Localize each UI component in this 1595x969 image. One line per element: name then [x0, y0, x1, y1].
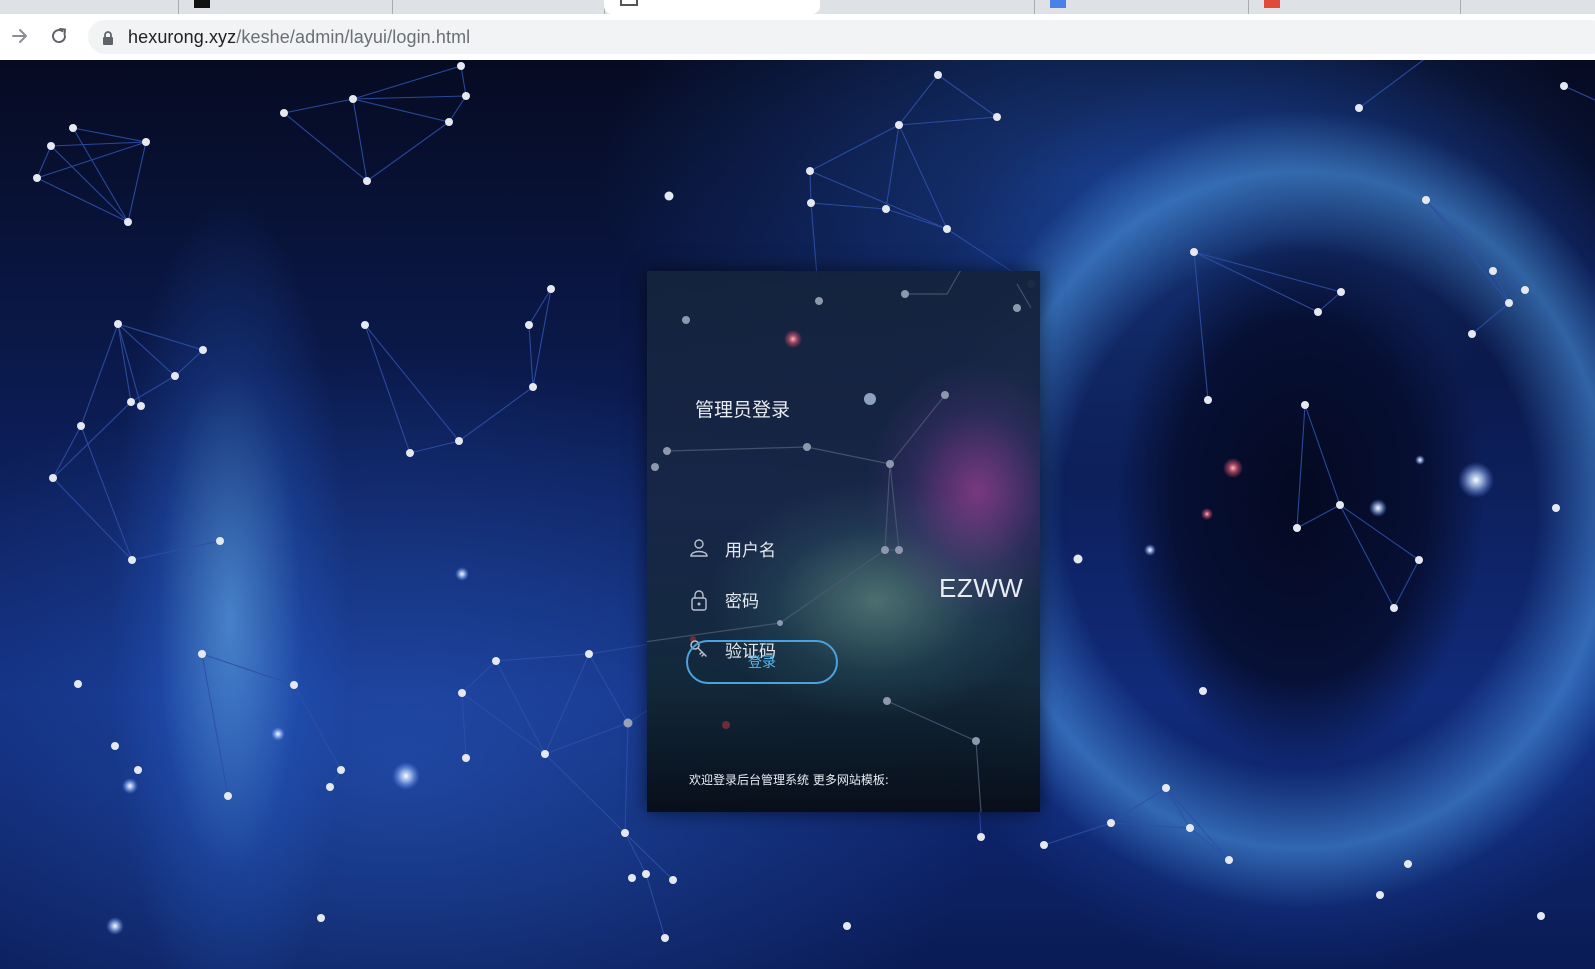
username-row: [689, 538, 989, 566]
user-icon: [689, 538, 709, 560]
star-glow: [392, 762, 420, 790]
login-button[interactable]: 登录: [686, 640, 838, 684]
star-glow: [1223, 458, 1243, 478]
url-host: hexurong.xyz: [128, 27, 237, 47]
tab-favicon-icon: [1050, 0, 1066, 8]
star-glow: [1415, 455, 1425, 465]
password-input[interactable]: [725, 589, 925, 615]
tab-strip: [0, 0, 1595, 14]
arrow-right-icon[interactable]: [7, 23, 33, 49]
login-title: 管理员登录: [695, 399, 791, 421]
browser-tab[interactable]: [392, 0, 605, 14]
star-glow: [122, 778, 138, 794]
login-card: 管理员登录 EZWW 登录 欢迎登录后台管理系统 更多网站模板:: [647, 271, 1040, 812]
star-glow: [1201, 508, 1213, 520]
browser-toolbar: hexurong.xyz/keshe/admin/layui/login.htm…: [0, 14, 1595, 61]
browser-tab[interactable]: [0, 0, 179, 14]
star-glow: [1458, 462, 1494, 498]
url-text[interactable]: hexurong.xyz/keshe/admin/layui/login.htm…: [128, 27, 470, 47]
url-path: /keshe/admin/layui/login.html: [236, 27, 471, 47]
footer-note: 欢迎登录后台管理系统 更多网站模板:: [689, 773, 889, 787]
browser-tab[interactable]: [820, 0, 1035, 14]
username-input[interactable]: [725, 538, 925, 564]
address-bar[interactable]: hexurong.xyz/keshe/admin/layui/login.htm…: [88, 20, 1595, 54]
star-glow: [1144, 544, 1156, 556]
captcha-code[interactable]: EZWW: [939, 573, 1023, 604]
lock-icon: [689, 589, 709, 611]
browser-tab-active[interactable]: [604, 0, 820, 14]
browser-tab[interactable]: [178, 0, 393, 14]
page-background: 管理员登录 EZWW 登录 欢迎登录后台管理系统 更多网站模板:: [0, 60, 1595, 969]
reload-icon[interactable]: [46, 23, 72, 49]
star-glow: [271, 727, 285, 741]
browser-tab[interactable]: [1034, 0, 1249, 14]
star-glow: [455, 567, 469, 581]
tab-favicon-icon: [1264, 0, 1280, 8]
page-icon: [620, 0, 638, 6]
browser-tab[interactable]: [1460, 0, 1595, 14]
tab-favicon-icon: [194, 0, 210, 8]
lock-icon[interactable]: [102, 30, 114, 49]
browser-tab[interactable]: [1248, 0, 1461, 14]
star-glow: [1369, 499, 1387, 517]
star-glow: [106, 917, 124, 935]
